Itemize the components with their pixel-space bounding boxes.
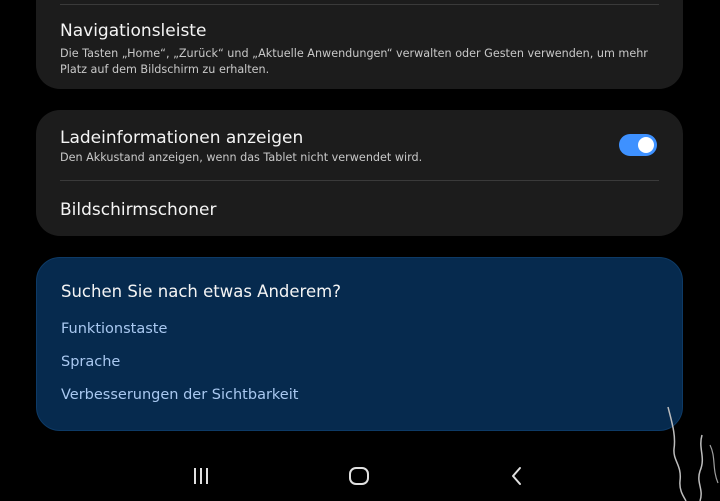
suggestion-link-visibility[interactable]: Verbesserungen der Sichtbarkeit [61,387,298,403]
divider [60,180,659,181]
suggestions-card: Suchen Sie nach etwas Anderem? Funktions… [36,257,683,431]
back-button[interactable] [497,462,537,490]
system-navigation-bar [0,452,720,501]
toggle-knob [638,137,654,153]
screensaver-setting[interactable]: Bildschirmschoner [60,199,659,221]
charging-info-toggle[interactable] [619,134,657,156]
suggestions-title: Suchen Sie nach etwas Anderem? [61,282,341,301]
navigation-bar-card: Navigationsleiste Die Tasten „Home“, „Zu… [36,0,683,89]
suggestion-link-language[interactable]: Sprache [61,354,120,370]
divider [60,4,659,5]
home-button[interactable] [339,462,379,490]
charging-info-description: Den Akkustand anzeigen, wenn das Tablet … [60,151,423,164]
display-options-card: Ladeinformationen anzeigen Den Akkustand… [36,110,683,236]
suggestion-link-function-key[interactable]: Funktionstaste [61,321,167,337]
navigation-bar-setting[interactable]: Navigationsleiste Die Tasten „Home“, „Zu… [60,20,659,78]
navigation-bar-title: Navigationsleiste [60,21,207,41]
recents-button[interactable] [181,462,221,490]
back-icon [512,467,521,485]
charging-info-title: Ladeinformationen anzeigen [60,128,304,148]
navigation-bar-description: Die Tasten „Home“, „Zurück“ und „Aktuell… [60,47,648,76]
home-icon [349,467,369,485]
settings-screen: Navigationsleiste Die Tasten „Home“, „Zu… [0,0,720,501]
recents-icon [194,468,208,484]
charging-info-setting[interactable]: Ladeinformationen anzeigen Den Akkustand… [60,127,593,166]
screensaver-title: Bildschirmschoner [60,200,217,220]
